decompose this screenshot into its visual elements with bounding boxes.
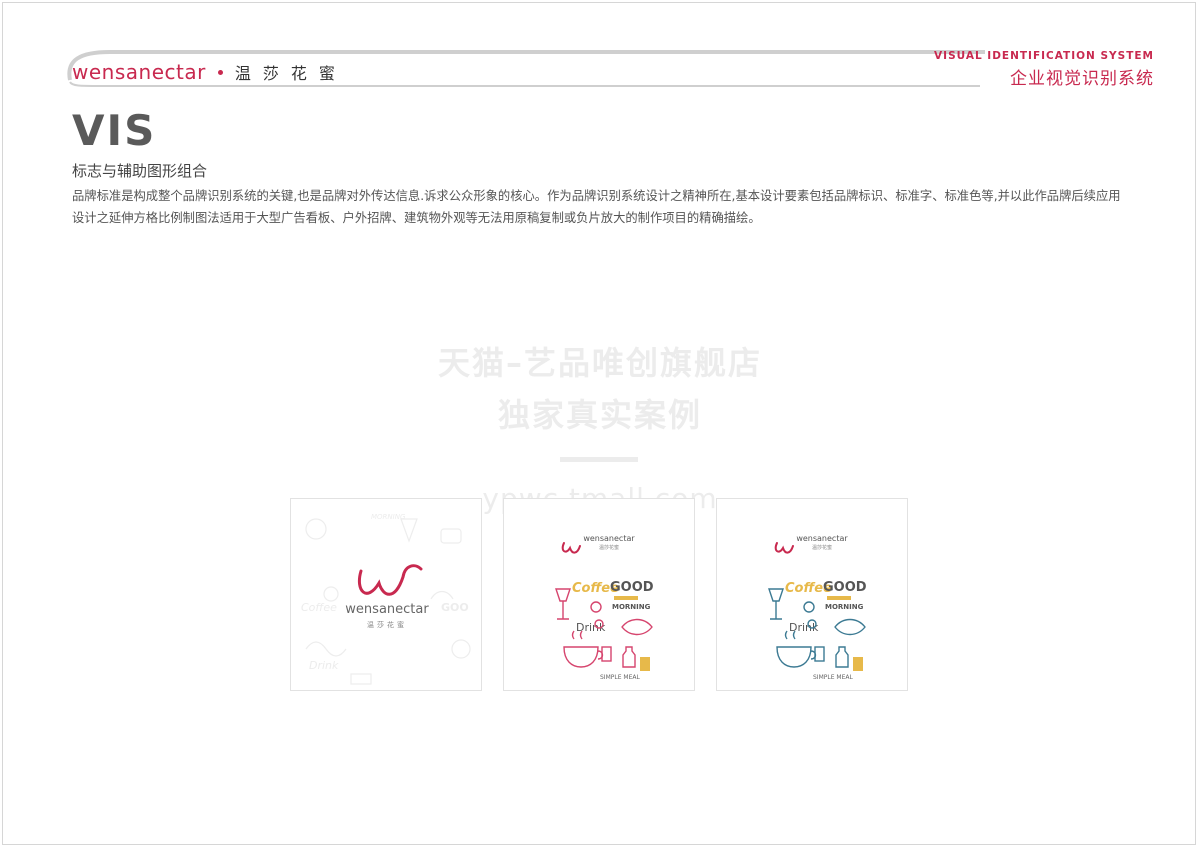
glass-icon — [555, 588, 571, 620]
watermark-divider — [560, 457, 638, 462]
word-simple-meal: SIMPLE MEAL — [813, 674, 853, 681]
pattern-word-morning: MORNING — [371, 513, 406, 521]
watermark-store: 天猫–艺品唯创旗舰店 — [437, 344, 762, 382]
card3-logo-en: wensanectar — [796, 534, 848, 543]
fish-icon — [834, 618, 866, 636]
stars-strip — [827, 596, 851, 600]
brand-name-cn: 温莎花蜜 — [234, 64, 347, 83]
menu-card-icon — [853, 657, 863, 671]
cupcake-icon — [803, 601, 815, 613]
word-good: GOOD — [610, 580, 654, 595]
description-paragraph: 品牌标准是构成整个品牌识别系统的关键,也是品牌对外传达信息.诉求公众形象的核心。… — [72, 189, 1121, 225]
bottle-icon — [622, 646, 636, 668]
word-good: GOOD — [823, 580, 867, 595]
pattern-word-drink: Drink — [309, 659, 339, 672]
cup-icon — [563, 646, 604, 668]
header-brand: wensanectar 温莎花蜜 — [72, 58, 347, 86]
word-simple-meal: SIMPLE MEAL — [600, 674, 640, 681]
menu-card-icon — [640, 657, 650, 671]
page-title: VIS — [72, 106, 157, 155]
bottle-icon — [835, 646, 849, 668]
pattern-word-coffee: Coffee — [301, 601, 337, 614]
brand-name-en: wensanectar — [72, 60, 206, 84]
fish-icon — [621, 618, 653, 636]
stars-strip — [614, 596, 638, 600]
cupcake-icon — [590, 601, 602, 613]
card-pattern-blue: wensanectar 温莎花蜜 Coffee GOOD MORNING Dri… — [716, 498, 908, 691]
system-label: VISUAL IDENTIFICATION SYSTEM 企业视觉识别系统 — [934, 50, 1154, 89]
small-logo-icon — [774, 542, 794, 554]
word-morning: MORNING — [612, 603, 651, 611]
section-subtitle: 标志与辅助图形组合 — [72, 162, 208, 180]
glass-icon — [768, 588, 784, 620]
word-morning: MORNING — [825, 603, 864, 611]
watermark-case: 独家真实案例 — [497, 396, 702, 434]
card1-logo-en: wensanectar — [345, 602, 429, 617]
small-logo-icon — [561, 542, 581, 554]
system-label-cn: 企业视觉识别系统 — [1010, 69, 1154, 89]
card-pattern-pink: wensanectar 温莎花蜜 Coffee GOOD MORNING Dri… — [503, 498, 695, 691]
system-label-en: VISUAL IDENTIFICATION SYSTEM — [934, 50, 1154, 62]
card1-logo-cn: 温莎花蜜 — [367, 620, 407, 629]
brand-logo-icon — [358, 564, 423, 596]
cup-icon — [776, 646, 817, 668]
pattern-background: Coffee GOO Drink MORNING wensanectar 温莎花… — [301, 513, 471, 685]
card-logo-pattern: Coffee GOO Drink MORNING wensanectar 温莎花… — [290, 498, 482, 691]
takeaway-cup-icon — [814, 646, 825, 662]
card2-logo-cn: 温莎花蜜 — [599, 544, 619, 551]
brand-dot — [217, 69, 223, 75]
card2-logo-en: wensanectar — [583, 534, 635, 543]
pattern-word-goo: GOO — [441, 601, 469, 614]
card3-logo-cn: 温莎花蜜 — [812, 544, 832, 551]
takeaway-cup-icon — [601, 646, 612, 662]
